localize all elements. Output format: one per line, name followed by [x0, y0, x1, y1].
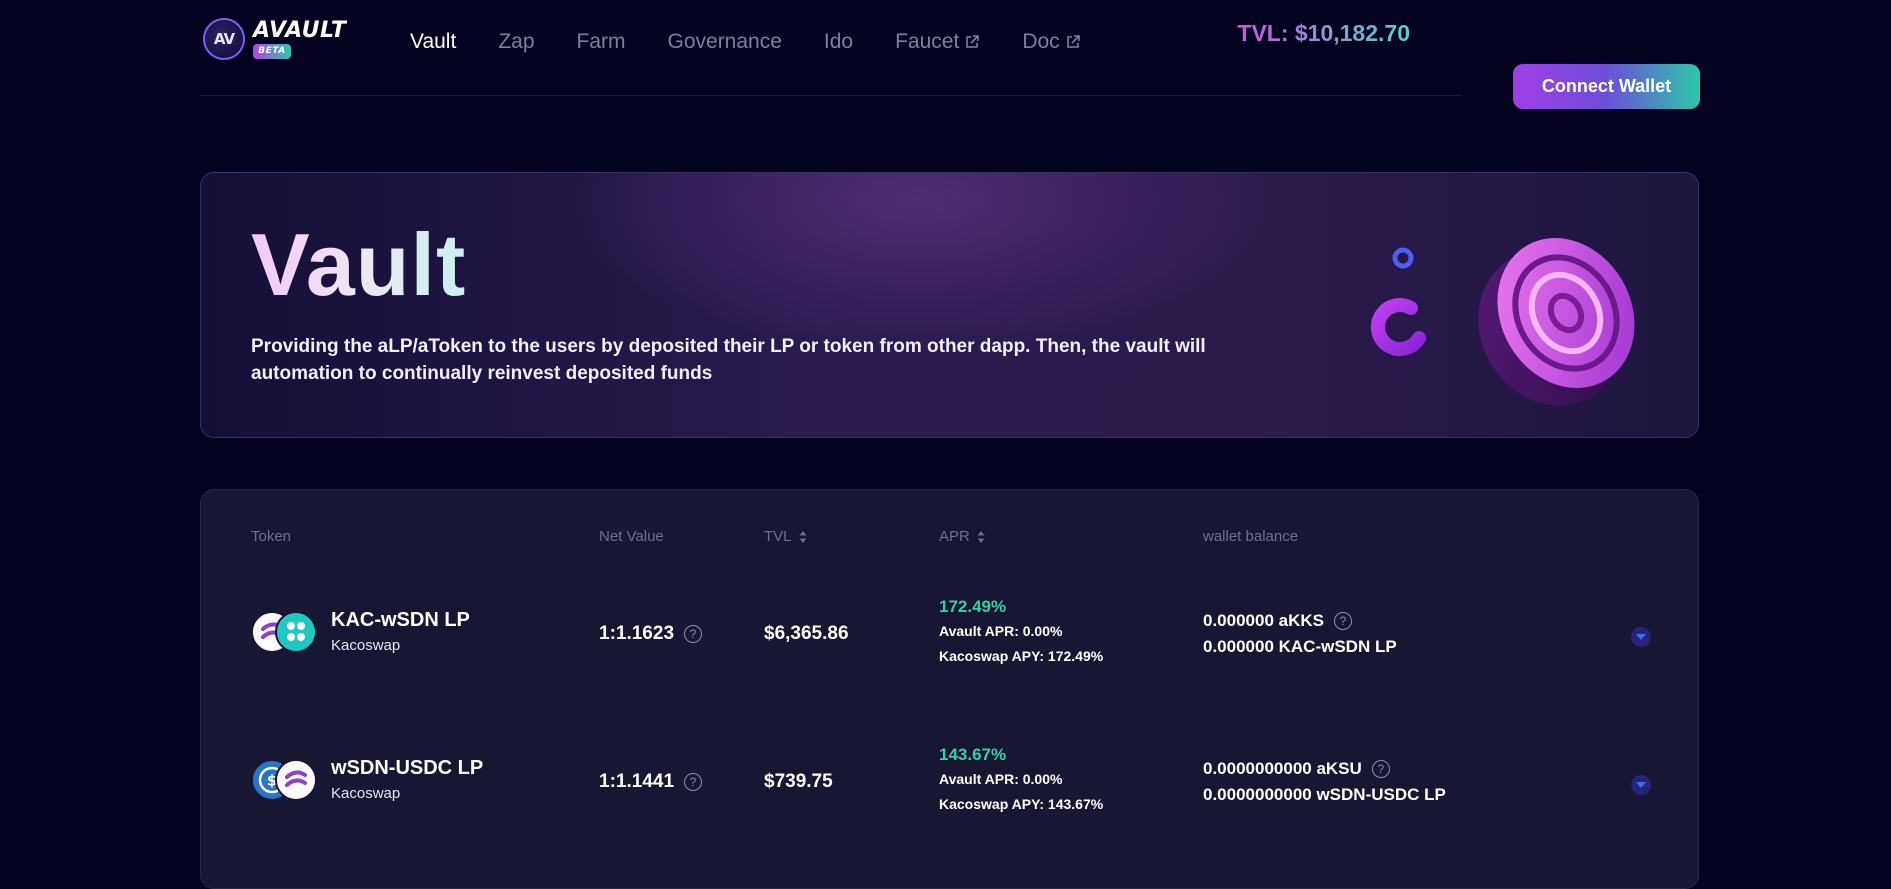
balance-avault-token: 0.000000 aKKS ?: [1203, 611, 1352, 631]
token-pair-icons: $: [251, 759, 317, 801]
balance-lp-token: 0.000000 KAC-wSDN LP: [1203, 637, 1397, 656]
nav-doc-label: Doc: [1022, 30, 1060, 53]
nav-governance[interactable]: Governance: [668, 30, 782, 54]
source-apy: Kacoswap APY: 143.67%: [939, 796, 1104, 812]
nav-farm[interactable]: Farm: [577, 30, 626, 54]
vault-table: Token Net Value TVL APR wallet balance K…: [200, 489, 1699, 889]
col-header-tvl-label: TVL: [764, 528, 792, 545]
help-icon[interactable]: ?: [684, 625, 703, 643]
col-header-tvl[interactable]: TVL: [764, 528, 807, 545]
token-source: Kacoswap: [331, 785, 401, 802]
kac-token-icon: [275, 611, 317, 653]
nav-vault[interactable]: Vault: [410, 30, 456, 54]
chevron-down-icon: [1636, 782, 1646, 788]
avault-logo-icon: AV: [203, 18, 245, 60]
page-title: Vault: [251, 215, 467, 314]
token-pair-icons: [251, 611, 317, 653]
nav-ido[interactable]: Ido: [824, 30, 853, 54]
main-nav: Vault Zap Farm Governance Ido Faucet Doc: [410, 30, 1123, 54]
hero-description: Providing the aLP/aToken to the users by…: [251, 336, 1206, 384]
nav-faucet-label: Faucet: [895, 30, 960, 53]
col-header-apr[interactable]: APR: [939, 528, 985, 545]
balance-lp-token: 0.0000000000 wSDN-USDC LP: [1203, 785, 1446, 804]
col-header-net-value: Net Value: [599, 528, 664, 545]
chevron-down-icon: [1636, 634, 1646, 640]
nav-zap[interactable]: Zap: [498, 30, 534, 54]
table-row[interactable]: $ wSDN-USDC LP Kacoswap 1:1.1441 ? $739.…: [201, 719, 1700, 839]
token-source: Kacoswap: [331, 637, 401, 654]
token-name: wSDN-USDC LP: [331, 757, 484, 779]
apr-total: 143.67%: [939, 745, 1007, 764]
help-icon[interactable]: ?: [1371, 760, 1390, 778]
balance-avault-token-text: 0.0000000000 aKSU: [1203, 759, 1362, 778]
balance-avault-token-text: 0.000000 aKKS: [1203, 611, 1324, 630]
top-header: AV AVAULT BETA Vault Zap Farm Governance…: [0, 0, 1891, 120]
header-divider: [200, 95, 1462, 96]
logo-wordmark: AVAULT: [253, 17, 347, 43]
expand-row-button[interactable]: [1631, 775, 1651, 795]
col-header-apr-label: APR: [939, 528, 970, 545]
net-value-text: 1:1.1441: [599, 771, 675, 792]
sort-icon: [799, 530, 807, 543]
apr-total: 172.49%: [939, 597, 1007, 616]
avault-apr: Avault APR: 0.00%: [939, 623, 1063, 639]
token-name: KAC-wSDN LP: [331, 609, 470, 631]
net-value-text: 1:1.1623: [599, 623, 675, 644]
beta-badge: BETA: [253, 43, 291, 59]
col-header-wallet-balance: wallet balance: [1203, 528, 1299, 545]
nav-faucet[interactable]: Faucet: [895, 30, 980, 54]
connect-wallet-button[interactable]: Connect Wallet: [1513, 64, 1700, 109]
avault-logo[interactable]: AV AVAULT BETA: [203, 18, 346, 60]
external-link-icon: [966, 35, 980, 48]
source-apy: Kacoswap APY: 172.49%: [939, 648, 1104, 664]
net-value: 1:1.1623 ?: [599, 623, 703, 645]
net-value: 1:1.1441 ?: [599, 771, 703, 793]
help-icon[interactable]: ?: [684, 773, 703, 791]
total-tvl: TVL: $10,182.70: [1237, 20, 1410, 46]
col-header-token: Token: [251, 528, 292, 545]
external-link-icon: [1066, 35, 1080, 48]
balance-avault-token: 0.0000000000 aKSU ?: [1203, 759, 1390, 779]
row-tvl: $6,365.86: [764, 623, 849, 644]
vault-hero-banner: Vault Providing the aLP/aToken to the us…: [200, 172, 1699, 438]
avault-apr: Avault APR: 0.00%: [939, 771, 1063, 787]
sort-icon: [977, 530, 985, 543]
help-icon[interactable]: ?: [1333, 612, 1352, 630]
table-row[interactable]: KAC-wSDN LP Kacoswap 1:1.1623 ? $6,365.8…: [201, 571, 1700, 691]
nav-doc[interactable]: Doc: [1022, 30, 1080, 54]
vault-coin-illustration: [1370, 238, 1635, 406]
row-tvl: $739.75: [764, 771, 833, 792]
expand-row-button[interactable]: [1631, 627, 1651, 647]
sdn-token-icon: [275, 759, 317, 801]
